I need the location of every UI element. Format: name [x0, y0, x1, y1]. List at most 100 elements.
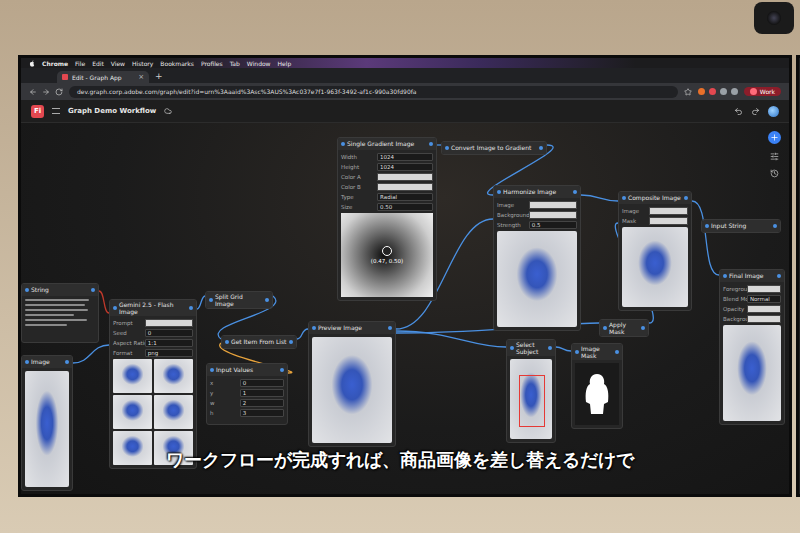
field-value[interactable]: 2 — [240, 399, 284, 407]
node-field[interactable]: Size0.50 — [341, 203, 433, 211]
node-field[interactable]: Background — [497, 211, 577, 219]
output-port-icon[interactable] — [429, 142, 433, 146]
field-value[interactable] — [747, 285, 781, 293]
output-port-icon[interactable] — [539, 146, 543, 150]
output-port-icon[interactable] — [773, 224, 777, 228]
node-field[interactable]: Height1024 — [341, 163, 433, 171]
add-node-button[interactable] — [768, 131, 781, 144]
bookmark-icon[interactable] — [684, 88, 692, 96]
field-value[interactable]: 0.5 — [529, 221, 577, 229]
reload-icon[interactable] — [55, 88, 63, 96]
output-port-icon[interactable] — [289, 340, 293, 344]
field-value[interactable]: png — [145, 349, 193, 357]
node-header[interactable]: Select Subject — [507, 340, 555, 356]
graph-node[interactable]: Image Mask — [571, 343, 623, 429]
input-port-icon[interactable] — [575, 350, 579, 354]
undo-icon[interactable] — [734, 107, 743, 116]
graph-node[interactable]: Select Subject — [506, 339, 556, 443]
node-field[interactable]: Formatpng — [113, 349, 193, 357]
input-port-icon[interactable] — [705, 224, 709, 228]
graph-node[interactable]: Input Valuesx0y1w2h3 — [206, 363, 288, 425]
back-icon[interactable] — [29, 88, 37, 96]
node-header[interactable]: Get Item From List — [222, 336, 296, 348]
graph-node[interactable]: Preview Image — [308, 321, 396, 447]
input-port-icon[interactable] — [445, 146, 449, 150]
node-field[interactable]: x0 — [210, 379, 284, 387]
browser-tab[interactable]: Edit - Graph App× — [57, 71, 149, 83]
node-field[interactable]: Mask — [622, 217, 688, 225]
field-value[interactable]: Normal — [747, 295, 781, 303]
menu-icon[interactable] — [52, 108, 60, 114]
field-value[interactable]: 1024 — [377, 163, 433, 171]
input-port-icon[interactable] — [210, 368, 214, 372]
output-port-icon[interactable] — [265, 298, 269, 302]
output-port-icon[interactable] — [777, 274, 781, 278]
input-port-icon[interactable] — [225, 340, 229, 344]
node-header[interactable]: Image Mask — [572, 344, 622, 360]
node-header[interactable]: Input String — [702, 220, 780, 232]
input-port-icon[interactable] — [510, 346, 514, 350]
output-port-icon[interactable] — [615, 350, 619, 354]
history-icon[interactable] — [770, 169, 779, 178]
output-port-icon[interactable] — [684, 196, 688, 200]
field-value[interactable]: Radial — [377, 193, 433, 201]
node-field[interactable]: Image — [497, 201, 577, 209]
input-port-icon[interactable] — [723, 274, 727, 278]
input-port-icon[interactable] — [497, 190, 501, 194]
input-port-icon[interactable] — [312, 326, 316, 330]
output-port-icon[interactable] — [189, 306, 193, 310]
menu-item[interactable]: Bookmarks — [160, 60, 194, 67]
field-value[interactable] — [529, 211, 577, 219]
node-header[interactable]: Final Image — [720, 270, 784, 282]
input-port-icon[interactable] — [603, 326, 607, 330]
address-field[interactable]: dev.graph.corp.adobe.com/graph/edit?id=u… — [69, 86, 678, 98]
field-value[interactable] — [145, 319, 193, 327]
output-port-icon[interactable] — [91, 288, 95, 292]
node-header[interactable]: Single Gradient Image — [338, 138, 436, 150]
graph-node[interactable]: Apply Mask — [599, 319, 649, 337]
graph-node[interactable]: Split Grid Image — [205, 291, 273, 309]
graph-node[interactable]: Harmonize ImageImageBackgroundStrength0.… — [493, 185, 581, 331]
node-field[interactable]: Seed0 — [113, 329, 193, 337]
workflow-title[interactable]: Graph Demo Workflow — [68, 107, 156, 115]
output-port-icon[interactable] — [573, 190, 577, 194]
node-header[interactable]: Apply Mask — [600, 320, 648, 336]
node-field[interactable]: Aspect Ratio1:1 — [113, 339, 193, 347]
field-value[interactable] — [649, 207, 688, 215]
node-header[interactable]: Image — [22, 356, 72, 368]
node-field[interactable]: Prompt — [113, 319, 193, 327]
input-port-icon[interactable] — [341, 142, 345, 146]
output-port-icon[interactable] — [548, 346, 552, 350]
node-field[interactable]: Opacity — [723, 305, 781, 313]
graph-node[interactable]: Composite ImageImageMask — [618, 191, 692, 311]
node-field[interactable]: Foreground — [723, 285, 781, 293]
input-port-icon[interactable] — [209, 298, 213, 302]
new-tab-button[interactable]: + — [155, 71, 163, 81]
graph-node[interactable]: Single Gradient ImageWidth1024Height1024… — [337, 137, 437, 301]
menu-item[interactable]: Profiles — [201, 60, 223, 67]
graph-node[interactable]: Final ImageForegroundBlend ModeNormalOpa… — [719, 269, 785, 425]
field-value[interactable]: 0.50 — [377, 203, 433, 211]
center-handle-icon[interactable] — [382, 246, 392, 256]
field-value[interactable]: 1 — [240, 389, 284, 397]
menu-item[interactable]: View — [111, 60, 125, 67]
field-value[interactable] — [649, 217, 688, 225]
field-value[interactable]: 1024 — [377, 153, 433, 161]
node-field[interactable]: Image — [622, 207, 688, 215]
node-field[interactable]: TypeRadial — [341, 193, 433, 201]
extension-icon[interactable] — [709, 88, 716, 95]
redo-icon[interactable] — [751, 107, 760, 116]
field-value[interactable] — [529, 201, 577, 209]
input-port-icon[interactable] — [25, 360, 29, 364]
field-value[interactable] — [747, 305, 781, 313]
graph-canvas[interactable]: StringImageGemini 2.5 - Flash ImagePromp… — [21, 123, 789, 494]
node-field[interactable]: Background — [723, 315, 781, 323]
output-port-icon[interactable] — [65, 360, 69, 364]
node-header[interactable]: Split Grid Image — [206, 292, 272, 308]
output-port-icon[interactable] — [641, 326, 645, 330]
graph-node[interactable]: Image — [21, 355, 73, 491]
graph-node[interactable]: String — [21, 283, 99, 343]
forward-icon[interactable] — [42, 88, 50, 96]
app-logo[interactable]: Fi — [31, 105, 44, 118]
input-port-icon[interactable] — [113, 306, 117, 310]
